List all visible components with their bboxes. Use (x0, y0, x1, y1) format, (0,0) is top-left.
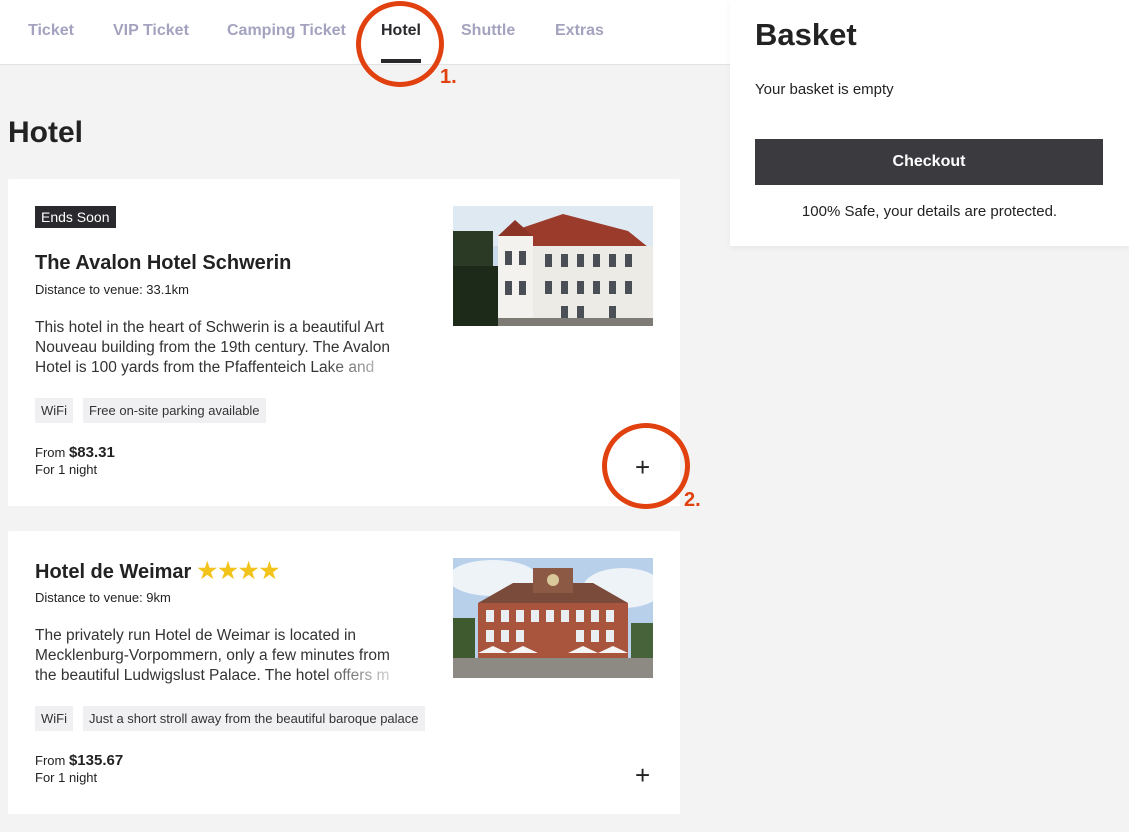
active-tab-indicator (381, 59, 421, 63)
amenity-tag: Just a short stroll away from the beauti… (83, 706, 425, 731)
price-duration: For 1 night (35, 462, 98, 477)
price-value: $83.31 (68, 444, 115, 461)
star-rating-icon: ★★★★ (197, 558, 281, 583)
price-value: $135.67 (68, 752, 124, 769)
tab-shuttle[interactable]: Shuttle (461, 22, 515, 40)
amenity-list: WiFi Free on-site parking available (35, 398, 266, 423)
hotel-card: Ends Soon The Avalon Hotel Schwerin Dist… (8, 179, 680, 506)
basket-panel: Basket Your basket is empty Checkout 100… (730, 0, 1129, 246)
tab-navigation: Ticket VIP Ticket Camping Ticket Hotel S… (0, 0, 730, 65)
amenity-tag: WiFi (35, 398, 73, 423)
hotel-description: This hotel in the heart of Schwerin is a… (35, 318, 410, 378)
hotel-name: Hotel de Weimar ★★★★ (35, 558, 280, 584)
amenity-tag: WiFi (35, 706, 73, 731)
tab-ticket[interactable]: Ticket (28, 22, 74, 40)
hotel-card: Hotel de Weimar ★★★★ Distance to venue: 9… (8, 531, 680, 814)
add-to-basket-button[interactable]: + (635, 454, 650, 480)
hotel-photo (453, 558, 653, 678)
ends-soon-badge: Ends Soon (35, 206, 116, 228)
hotel-distance: Distance to venue: 9km (35, 590, 171, 605)
price-prefix: From (35, 445, 66, 460)
annotation-label-2: 2. (684, 489, 701, 511)
checkout-button[interactable]: Checkout (755, 139, 1103, 185)
hotel-photo (453, 206, 653, 326)
page-title: Hotel (8, 116, 83, 149)
hotel-price: From $135.67 For 1 night (35, 752, 123, 786)
tab-vip-ticket[interactable]: VIP Ticket (113, 22, 189, 40)
security-note: 100% Safe, your details are protected. (801, 203, 1058, 220)
hotel-price: From $83.31 For 1 night (35, 444, 115, 478)
hotel-distance: Distance to venue: 33.1km (35, 282, 189, 297)
tab-hotel[interactable]: Hotel (381, 22, 421, 40)
amenity-tag: Free on-site parking available (83, 398, 266, 423)
price-duration: For 1 night (35, 770, 98, 785)
hotel-name-text: The Avalon Hotel Schwerin (35, 252, 292, 274)
hotel-description: The privately run Hotel de Weimar is loc… (35, 626, 410, 686)
tab-camping-ticket[interactable]: Camping Ticket (227, 22, 346, 40)
hotel-name: The Avalon Hotel Schwerin (35, 252, 291, 275)
tab-extras[interactable]: Extras (555, 22, 604, 40)
amenity-list: WiFi Just a short stroll away from the b… (35, 706, 425, 731)
hotel-name-text: Hotel de Weimar (35, 561, 192, 583)
price-prefix: From (35, 753, 66, 768)
basket-empty-message: Your basket is empty (755, 81, 894, 98)
annotation-label-1: 1. (440, 66, 457, 88)
add-to-basket-button[interactable]: + (635, 762, 650, 788)
basket-title: Basket (755, 17, 857, 52)
